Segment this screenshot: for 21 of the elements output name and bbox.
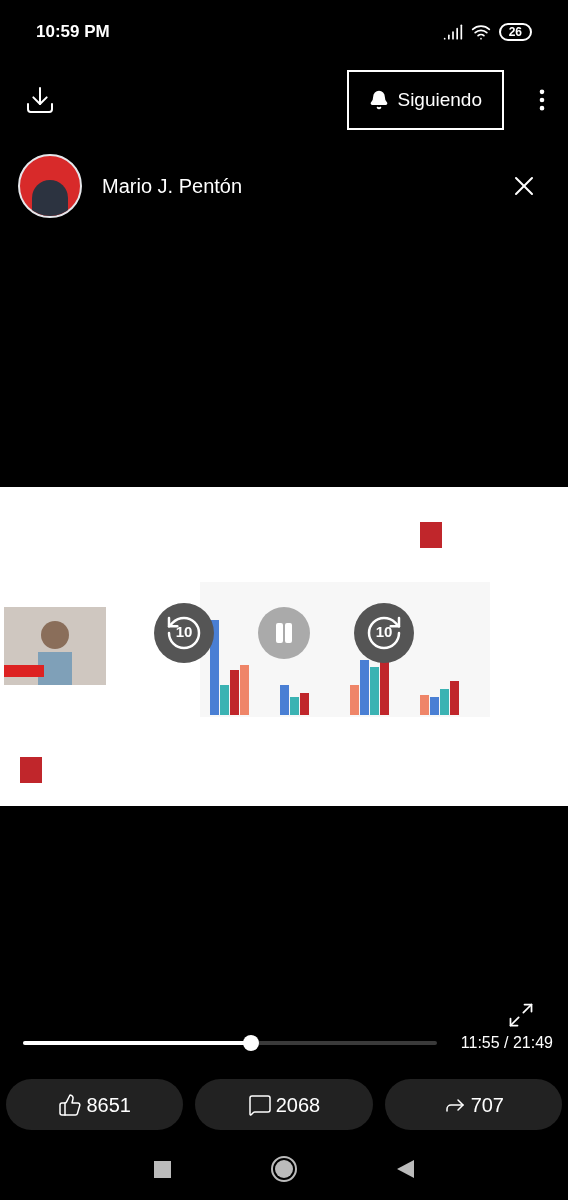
back-icon[interactable]	[397, 1160, 414, 1178]
seek-track[interactable]	[23, 1041, 437, 1045]
comment-button[interactable]: 2068	[195, 1079, 373, 1130]
fullscreen-icon[interactable]	[507, 1001, 535, 1029]
battery-icon: 26	[498, 23, 532, 41]
like-button[interactable]: 8651	[6, 1079, 184, 1130]
share-button[interactable]: 707	[384, 1079, 562, 1130]
speech-bubble-icon	[247, 1092, 272, 1117]
thumbs-up-icon	[58, 1092, 83, 1117]
author-name[interactable]: Mario J. Pentón	[102, 171, 508, 201]
seek-thumb[interactable]	[242, 1035, 259, 1051]
download-icon[interactable]	[24, 84, 56, 116]
signal-icon	[442, 22, 463, 42]
avatar[interactable]	[18, 154, 82, 218]
recent-apps-icon[interactable]	[154, 1160, 171, 1178]
time-display: 11:55 / 21:49	[460, 1033, 553, 1053]
wifi-icon	[470, 22, 491, 42]
follow-button[interactable]: Siguiendo	[347, 70, 504, 130]
bell-icon	[369, 90, 390, 110]
home-icon[interactable]	[271, 1156, 297, 1182]
status-time: 10:59 PM	[36, 21, 110, 44]
